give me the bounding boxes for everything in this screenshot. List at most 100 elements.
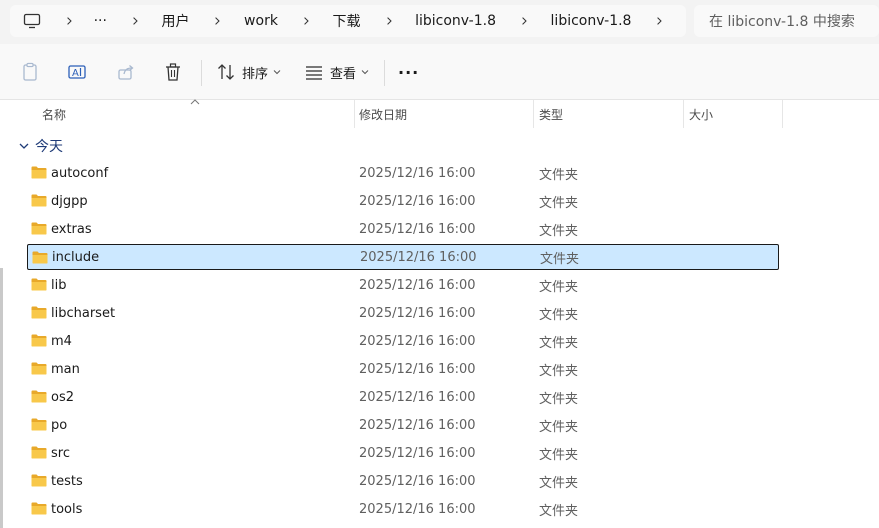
list-item[interactable]: src 2025/12/16 16:00 文件夹 (27, 440, 779, 466)
folder-icon (31, 306, 47, 319)
column-size-label: 大小 (689, 107, 714, 122)
toolbar-separator (384, 60, 385, 86)
group-header-today[interactable]: 今天 (18, 136, 63, 156)
list-item[interactable]: include 2025/12/16 16:00 文件夹 (27, 244, 779, 270)
sort-icon (218, 64, 234, 80)
file-modified: 2025/12/16 16:00 (359, 165, 476, 181)
more-options-button[interactable]: ··· (398, 58, 419, 86)
column-header: 名称 修改日期 类型 大小 (0, 99, 879, 128)
list-item[interactable]: os2 2025/12/16 16:00 文件夹 (27, 384, 779, 410)
file-type: 文件夹 (540, 251, 580, 267)
file-name: autoconf (51, 165, 109, 181)
breadcrumb-libiconv-parent[interactable]: libiconv-1.8 (415, 13, 496, 29)
list-item[interactable]: libcharset 2025/12/16 16:00 文件夹 (27, 300, 779, 326)
folder-icon (31, 446, 47, 459)
more-icon: ··· (398, 62, 420, 82)
sort-label: 排序 (242, 66, 269, 82)
column-type-label: 类型 (539, 107, 564, 122)
chevron-right-icon[interactable] (655, 16, 664, 26)
breadcrumb-users[interactable]: 用户 (161, 11, 189, 31)
chevron-down-icon (19, 143, 29, 149)
column-type[interactable]: 类型 (533, 100, 683, 128)
file-modified: 2025/12/16 16:00 (359, 501, 476, 517)
paste-icon (23, 62, 37, 81)
paste-button[interactable] (20, 58, 40, 86)
group-label: 今天 (35, 139, 63, 155)
trash-icon (166, 63, 180, 81)
search-input[interactable]: 在 libiconv-1.8 中搜索 (694, 5, 879, 37)
breadcrumb-overflow[interactable]: ··· (94, 13, 107, 29)
file-modified: 2025/12/16 16:00 (359, 277, 476, 293)
file-name: extras (51, 221, 92, 237)
computer-icon[interactable] (23, 13, 41, 29)
file-type: 文件夹 (539, 503, 579, 519)
file-name: os2 (51, 389, 74, 405)
file-type: 文件夹 (539, 307, 579, 323)
folder-icon (31, 362, 47, 375)
list-item[interactable]: lib 2025/12/16 16:00 文件夹 (27, 272, 779, 298)
breadcrumb-libiconv-current[interactable]: libiconv-1.8 (551, 13, 632, 29)
file-name: po (51, 417, 68, 433)
search-placeholder: 在 libiconv-1.8 中搜索 (709, 14, 855, 30)
file-modified: 2025/12/16 16:00 (359, 305, 476, 321)
file-type: 文件夹 (539, 475, 579, 491)
file-name: man (51, 361, 80, 377)
view-button[interactable]: 查看 (304, 58, 369, 86)
file-name: djgpp (51, 193, 88, 209)
rename-button[interactable]: A (67, 58, 87, 86)
folder-icon (31, 166, 47, 179)
file-type: 文件夹 (539, 447, 579, 463)
list-item[interactable]: autoconf 2025/12/16 16:00 文件夹 (27, 160, 779, 186)
column-modified[interactable]: 修改日期 (353, 100, 533, 128)
column-size[interactable]: 大小 (683, 100, 783, 128)
file-type: 文件夹 (539, 335, 579, 351)
delete-button[interactable] (163, 58, 183, 86)
list-item[interactable]: djgpp 2025/12/16 16:00 文件夹 (27, 188, 779, 214)
breadcrumb-downloads[interactable]: 下载 (333, 11, 361, 31)
toolbar-separator (201, 60, 202, 86)
file-type: 文件夹 (539, 167, 579, 183)
chevron-right-icon (67, 17, 72, 25)
folder-icon (31, 390, 47, 403)
list-item[interactable]: extras 2025/12/16 16:00 文件夹 (27, 216, 779, 242)
list-item[interactable]: m4 2025/12/16 16:00 文件夹 (27, 328, 779, 354)
scroll-rail[interactable] (0, 268, 3, 528)
chevron-down-icon (273, 70, 281, 75)
chevron-right-icon (304, 17, 309, 25)
file-modified: 2025/12/16 16:00 (359, 193, 476, 209)
file-name: include (52, 249, 100, 265)
breadcrumb-work[interactable]: work (244, 13, 278, 29)
list-item[interactable]: man 2025/12/16 16:00 文件夹 (27, 356, 779, 382)
folder-icon (31, 194, 47, 207)
svg-text:A: A (72, 68, 79, 79)
share-icon (118, 65, 134, 80)
file-type: 文件夹 (539, 279, 579, 295)
column-divider[interactable] (782, 100, 783, 128)
chevron-down-icon (361, 70, 369, 75)
view-list-icon (306, 66, 322, 80)
chevron-right-icon (133, 17, 138, 25)
rename-icon: A (68, 65, 86, 79)
file-name: tools (51, 501, 83, 517)
file-type: 文件夹 (539, 223, 579, 239)
folder-icon (31, 502, 47, 515)
column-name-label: 名称 (42, 107, 67, 122)
file-name: lib (51, 277, 67, 293)
share-button[interactable] (116, 58, 136, 86)
column-name[interactable]: 名称 (36, 100, 354, 128)
file-name: src (51, 445, 70, 461)
file-modified: 2025/12/16 16:00 (359, 389, 476, 405)
list-item[interactable]: tests 2025/12/16 16:00 文件夹 (27, 468, 779, 494)
column-modified-label: 修改日期 (359, 107, 408, 122)
list-item[interactable]: tools 2025/12/16 16:00 文件夹 (27, 496, 779, 522)
view-label: 查看 (330, 66, 357, 82)
sort-button[interactable]: 排序 (216, 58, 281, 86)
file-name: m4 (51, 333, 72, 349)
file-modified: 2025/12/16 16:00 (359, 473, 476, 489)
address-bar[interactable]: ··· 用户 work 下载 libiconv-1.8 libiconv-1.8 (10, 5, 686, 37)
list-item[interactable]: po 2025/12/16 16:00 文件夹 (27, 412, 779, 438)
file-type: 文件夹 (539, 195, 579, 211)
file-type: 文件夹 (539, 419, 579, 435)
file-name: tests (51, 473, 83, 489)
folder-icon (31, 474, 47, 487)
